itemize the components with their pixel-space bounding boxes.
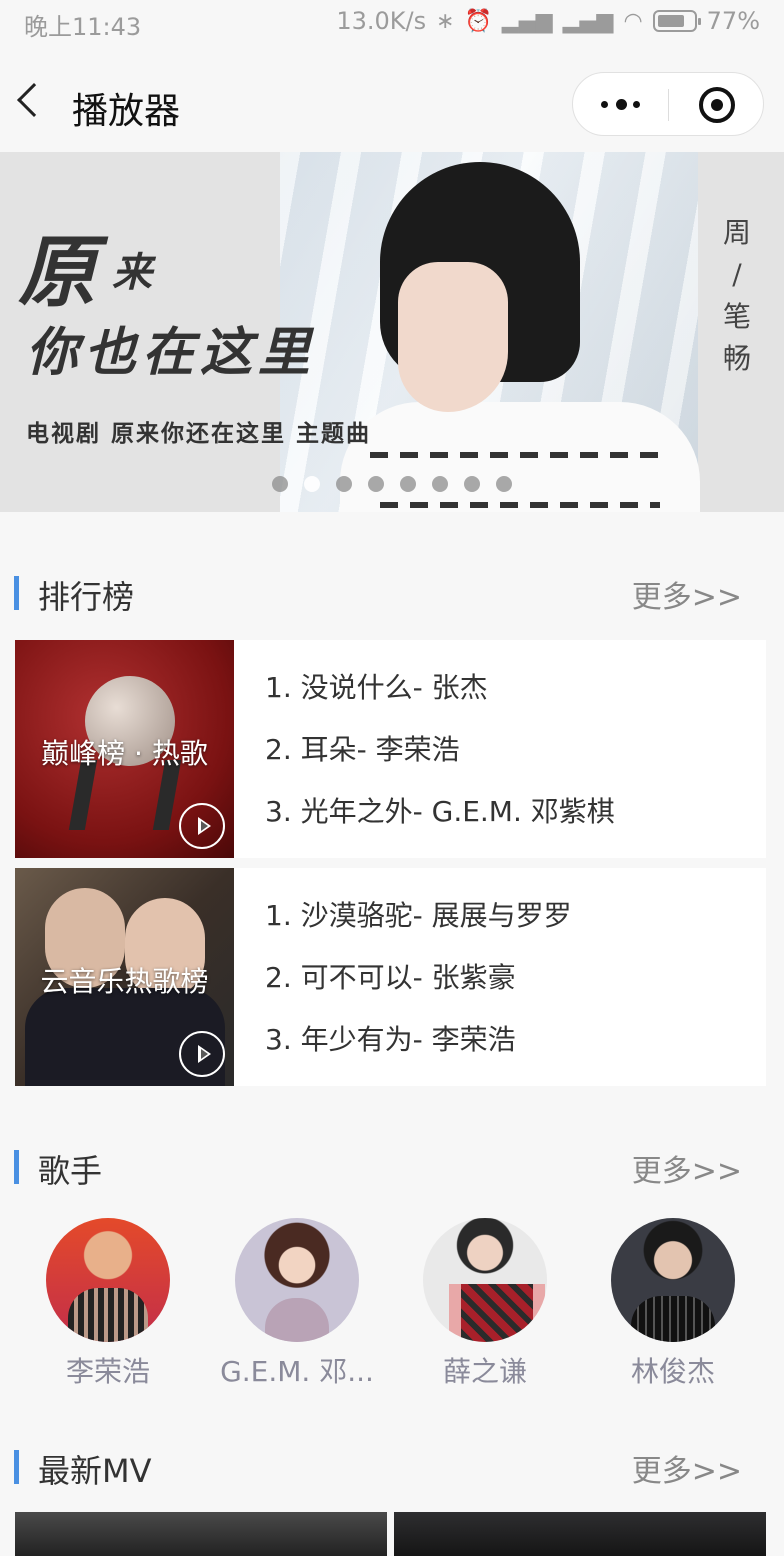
banner-dot[interactable] [272,476,288,492]
chart-card[interactable]: 云音乐热歌榜 1. 沙漠骆驼- 展展与罗罗 2. 可不可以- 张紫豪 3. 年少… [15,868,766,1086]
status-time: 晚上11:43 [24,13,142,41]
chart-song[interactable]: 3. 年少有为- 李荣浩 [265,1022,572,1084]
banner-dot[interactable] [464,476,480,492]
chart-card[interactable]: 巅峰榜 · 热歌 1. 没说什么- 张杰 2. 耳朵- 李荣浩 3. 光年之外-… [15,640,766,858]
banner-side-char: 周 [722,216,751,249]
net-speed: 13.0K/s [336,7,427,35]
section-accent-bar [14,1450,19,1484]
singer-item[interactable]: 李荣浩 [18,1218,198,1390]
chart-song[interactable]: 1. 没说什么- 张杰 [265,670,615,732]
mv-more-link[interactable]: 更多>> [632,1446,742,1490]
ranking-more-link[interactable]: 更多>> [632,572,742,616]
chart-name: 巅峰榜 · 热歌 [41,737,208,770]
banner-side-char: / [732,258,742,291]
section-accent-bar [14,576,19,610]
nav-bar: 播放器 [0,44,784,152]
avatar[interactable] [46,1218,170,1342]
singer-name: 薛之谦 [442,1355,527,1388]
more-dots-icon[interactable] [601,89,641,119]
wifi-icon: ◠ [623,8,643,34]
singer-item[interactable]: G.E.M. 邓... [207,1218,387,1390]
chart-song[interactable]: 2. 耳朵- 李荣浩 [265,732,615,794]
chart-cover[interactable]: 云音乐热歌榜 [15,868,234,1086]
avatar[interactable] [423,1218,547,1342]
section-accent-bar [14,1150,19,1184]
banner-side-char: 畅 [722,342,751,375]
singers-title: 歌手 [38,1152,103,1190]
banner-dot[interactable] [432,476,448,492]
battery-fill [657,15,684,27]
chart-song[interactable]: 3. 光年之外- G.E.M. 邓紫棋 [265,794,615,856]
status-bar: 晚上11:43 13.0K/s ∗ ⏰ ▂▄▆ ▂▄▆ ◠ 77% [0,0,784,44]
banner-dot[interactable] [400,476,416,492]
ranking-section-header: 排行榜 更多>> [0,568,784,618]
capsule-divider [668,89,669,121]
banner-carousel[interactable]: 原 来 你也在这里 电视剧 原来你还在这里 主题曲 周 / 笔 畅 [0,152,784,512]
banner-title-big: 原 [18,227,97,318]
avatar[interactable] [235,1218,359,1342]
chart-song[interactable]: 1. 沙漠骆驼- 展展与罗罗 [265,898,572,960]
ranking-title: 排行榜 [38,578,135,616]
singer-name: 李荣浩 [65,1355,150,1388]
page-title: 播放器 [72,91,181,132]
play-icon[interactable] [179,1031,225,1077]
chart-cover[interactable]: 巅峰榜 · 热歌 [15,640,234,858]
banner-title-line2: 你也在这里 [26,322,317,383]
mv-thumbnail[interactable] [15,1512,387,1556]
mv-section-header: 最新MV 更多>> [0,1442,784,1492]
back-arrow-icon[interactable] [17,83,51,117]
signal-hd-icon: ▂▄▆ [501,8,553,34]
banner-pagination [272,476,512,492]
mv-thumbnail[interactable] [394,1512,766,1556]
singer-name: G.E.M. 邓... [220,1355,374,1388]
close-target-icon[interactable] [699,87,735,123]
banner-side-char: 笔 [722,300,751,333]
chart-song[interactable]: 2. 可不可以- 张紫豪 [265,960,572,1022]
avatar[interactable] [611,1218,735,1342]
play-icon[interactable] [179,803,225,849]
banner-dot[interactable] [368,476,384,492]
singers-section-header: 歌手 更多>> [0,1142,784,1192]
mv-title: 最新MV [38,1452,152,1490]
bluetooth-icon: ∗ [436,8,455,34]
banner-dot[interactable] [304,476,320,492]
banner-title-small: 来 [112,249,152,296]
banner-dot[interactable] [336,476,352,492]
banner-side-text: 周 / 笔 畅 [722,212,752,380]
battery-percent: 77% [706,7,760,35]
singer-name: 林俊杰 [630,1355,715,1388]
singers-more-link[interactable]: 更多>> [632,1146,742,1190]
banner-subtitle: 电视剧 原来你还在这里 主题曲 [26,420,372,447]
battery-icon [652,10,701,32]
singer-item[interactable]: 薛之谦 [395,1218,575,1390]
chart-name: 云音乐热歌榜 [40,965,209,998]
signal-icon: ▂▄▆ [562,8,614,34]
chart-song-list: 1. 没说什么- 张杰 2. 耳朵- 李荣浩 3. 光年之外- G.E.M. 邓… [265,670,615,856]
banner-photo [280,152,700,512]
singer-item[interactable]: 林俊杰 [583,1218,763,1390]
chart-song-list: 1. 沙漠骆驼- 展展与罗罗 2. 可不可以- 张紫豪 3. 年少有为- 李荣浩 [265,898,572,1084]
alarm-icon: ⏰ [464,8,492,34]
mini-program-capsule [572,72,764,136]
status-indicators: 13.0K/s ∗ ⏰ ▂▄▆ ▂▄▆ ◠ 77% [336,7,760,35]
banner-dot[interactable] [496,476,512,492]
